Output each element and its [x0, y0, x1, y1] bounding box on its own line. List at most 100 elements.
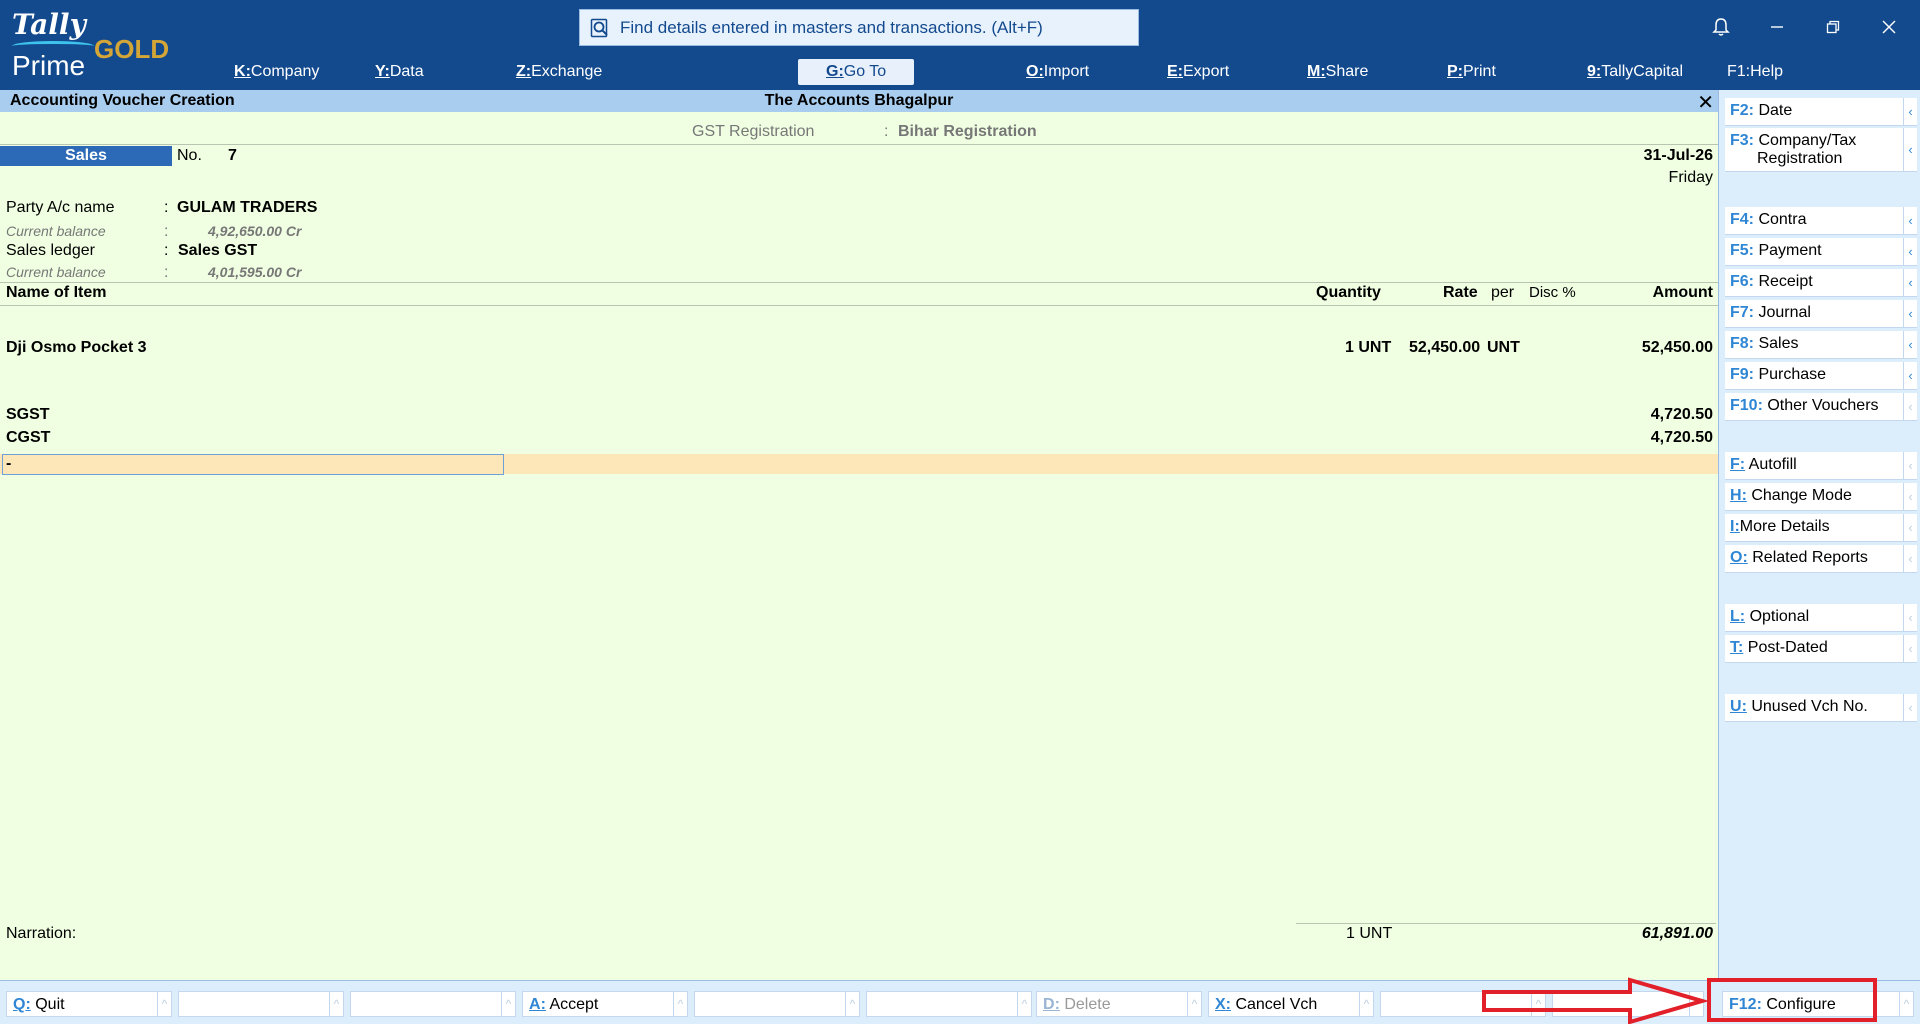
button-payment[interactable]: F5 Payment ‹ — [1725, 238, 1917, 266]
button-optional[interactable]: L Optional ‹ — [1725, 604, 1917, 632]
button-empty-slot: ^ — [866, 991, 1032, 1017]
voucher-area: GST Registration : Bihar Registration Sa… — [0, 112, 1718, 980]
close-icon — [1882, 20, 1896, 34]
minimize-button[interactable] — [1757, 10, 1797, 44]
button-empty-slot: ^ — [350, 991, 516, 1017]
party-balance-separator: : — [164, 223, 169, 240]
button-empty-slot: ^ — [1552, 991, 1704, 1017]
chevron-up-icon: ^ — [157, 992, 171, 1016]
item-name[interactable]: Dji Osmo Pocket 3 — [6, 339, 147, 357]
menu-export[interactable]: EExport — [1167, 59, 1229, 85]
narration-label: Narration: — [6, 925, 77, 942]
chevron-left-icon: ‹ — [1903, 128, 1917, 171]
chevron-left-icon: ‹ — [1903, 635, 1917, 662]
chevron-left-icon: ‹ — [1903, 604, 1917, 631]
logo-prime-text: Prime — [12, 50, 86, 81]
tax-amount-sgst[interactable]: 4,720.50 — [1651, 406, 1713, 424]
columns-top-divider — [0, 282, 1718, 283]
chevron-up-icon: ^ — [845, 992, 859, 1016]
button-other-vouchers[interactable]: F10 Other Vouchers ‹ — [1725, 393, 1917, 421]
button-configure[interactable]: F12 Configure ^ — [1722, 991, 1914, 1017]
sales-balance-value: 4,01,595.00 Cr — [208, 264, 302, 280]
menu-import[interactable]: OImport — [1026, 59, 1089, 85]
item-rate[interactable]: 52,450.00 — [1409, 339, 1480, 357]
gst-registration-value[interactable]: Bihar Registration — [898, 123, 1037, 141]
button-purchase[interactable]: F9 Purchase ‹ — [1725, 362, 1917, 390]
tax-name-sgst[interactable]: SGST — [6, 406, 50, 424]
menu-exchange[interactable]: ZExchange — [516, 59, 602, 85]
item-per[interactable]: UNT — [1487, 339, 1520, 357]
search-placeholder: Find details entered in masters and tran… — [620, 17, 1043, 37]
button-contra[interactable]: F4 Contra ‹ — [1725, 207, 1917, 235]
tax-amount-cgst[interactable]: 4,720.50 — [1651, 429, 1713, 447]
screen-title: Accounting Voucher Creation — [10, 92, 235, 109]
close-window-button[interactable] — [1869, 10, 1909, 44]
voucher-date[interactable]: 31-Jul-26 — [1644, 147, 1713, 165]
button-quit[interactable]: Q Quit ^ — [6, 991, 172, 1017]
sales-balance-label: Current balance — [6, 264, 106, 280]
col-name-of-item: Name of Item — [6, 284, 107, 301]
entry-cursor: - — [6, 455, 12, 472]
menu-tallycapital[interactable]: 9TallyCapital — [1587, 59, 1683, 85]
voucher-no-value[interactable]: 7 — [228, 147, 237, 165]
item-amount[interactable]: 52,450.00 — [1642, 339, 1713, 357]
chevron-up-icon: ^ — [1531, 992, 1545, 1016]
button-more-details[interactable]: IMore Details ‹ — [1725, 514, 1917, 542]
total-amount: 61,891.00 — [1641, 925, 1713, 942]
party-balance-value: 4,92,650.00 Cr — [208, 223, 302, 239]
chevron-left-icon: ‹ — [1903, 452, 1917, 479]
col-amount: Amount — [1652, 284, 1713, 301]
button-related-reports[interactable]: O Related Reports ‹ — [1725, 545, 1917, 573]
menu-help[interactable]: F1:Help — [1727, 59, 1783, 85]
button-journal[interactable]: F7 Journal ‹ — [1725, 300, 1917, 328]
button-cancel-vch[interactable]: X Cancel Vch ^ — [1208, 991, 1374, 1017]
party-value[interactable]: GULAM TRADERS — [177, 199, 317, 217]
item-quantity[interactable]: 1 UNT — [1345, 339, 1391, 357]
menu-share[interactable]: MShare — [1307, 59, 1368, 85]
restore-icon — [1826, 20, 1840, 34]
chevron-left-icon: ‹ — [1903, 393, 1917, 420]
logo-edition: GOLD — [94, 34, 170, 64]
button-autofill[interactable]: F Autofill ‹ — [1725, 452, 1917, 480]
button-unused-vch-no[interactable]: U Unused Vch No. ‹ — [1725, 694, 1917, 722]
chevron-up-icon: ^ — [329, 992, 343, 1016]
chevron-left-icon: ‹ — [1903, 207, 1917, 234]
chevron-left-icon: ‹ — [1903, 362, 1917, 389]
voucher-day: Friday — [1668, 169, 1713, 186]
sales-ledger-separator: : — [164, 242, 169, 259]
menu-company[interactable]: KCompany — [234, 59, 319, 85]
button-accept[interactable]: A Accept ^ — [522, 991, 688, 1017]
button-receipt[interactable]: F6 Receipt ‹ — [1725, 269, 1917, 297]
button-delete[interactable]: D Delete ^ — [1036, 991, 1202, 1017]
sales-ledger-value[interactable]: Sales GST — [178, 242, 257, 260]
chevron-left-icon: ‹ — [1903, 514, 1917, 541]
party-balance-label: Current balance — [6, 223, 106, 239]
button-empty-slot: ^ — [178, 991, 344, 1017]
button-change-mode[interactable]: H Change Mode ‹ — [1725, 483, 1917, 511]
button-sales[interactable]: F8 Sales ‹ — [1725, 331, 1917, 359]
notification-bell-button[interactable] — [1701, 10, 1741, 44]
columns-bottom-divider — [0, 305, 1718, 306]
gst-separator: : — [884, 123, 889, 140]
chevron-up-icon: ^ — [1899, 992, 1913, 1016]
total-quantity: 1 UNT — [1346, 925, 1393, 942]
restore-button[interactable] — [1813, 10, 1853, 44]
button-date[interactable]: F2 Date ‹ — [1725, 98, 1917, 126]
button-post-dated[interactable]: T Post-Dated ‹ — [1725, 635, 1917, 663]
menu-data[interactable]: YData — [375, 59, 424, 85]
ledger-entry-input[interactable]: - — [2, 454, 504, 475]
menu-print[interactable]: PPrint — [1447, 59, 1496, 85]
search-box[interactable]: Find details entered in masters and tran… — [579, 9, 1139, 46]
chevron-left-icon: ‹ — [1903, 98, 1917, 125]
col-disc: Disc % — [1529, 284, 1576, 301]
button-empty-slot: ^ — [694, 991, 860, 1017]
top-bar: Tally Prime GOLD Find details entered in… — [0, 0, 1920, 90]
search-icon — [590, 18, 608, 37]
sales-ledger-label: Sales ledger — [6, 242, 95, 259]
chevron-left-icon: ‹ — [1903, 300, 1917, 327]
company-name: The Accounts Bhagalpur — [764, 92, 954, 109]
button-company-tax-registration[interactable]: F3 Company/TaxRegistration ‹ — [1725, 128, 1917, 172]
menu-go-to[interactable]: GGo To — [798, 59, 915, 85]
chevron-up-icon: ^ — [1689, 992, 1703, 1016]
tax-name-cgst[interactable]: CGST — [6, 429, 50, 447]
